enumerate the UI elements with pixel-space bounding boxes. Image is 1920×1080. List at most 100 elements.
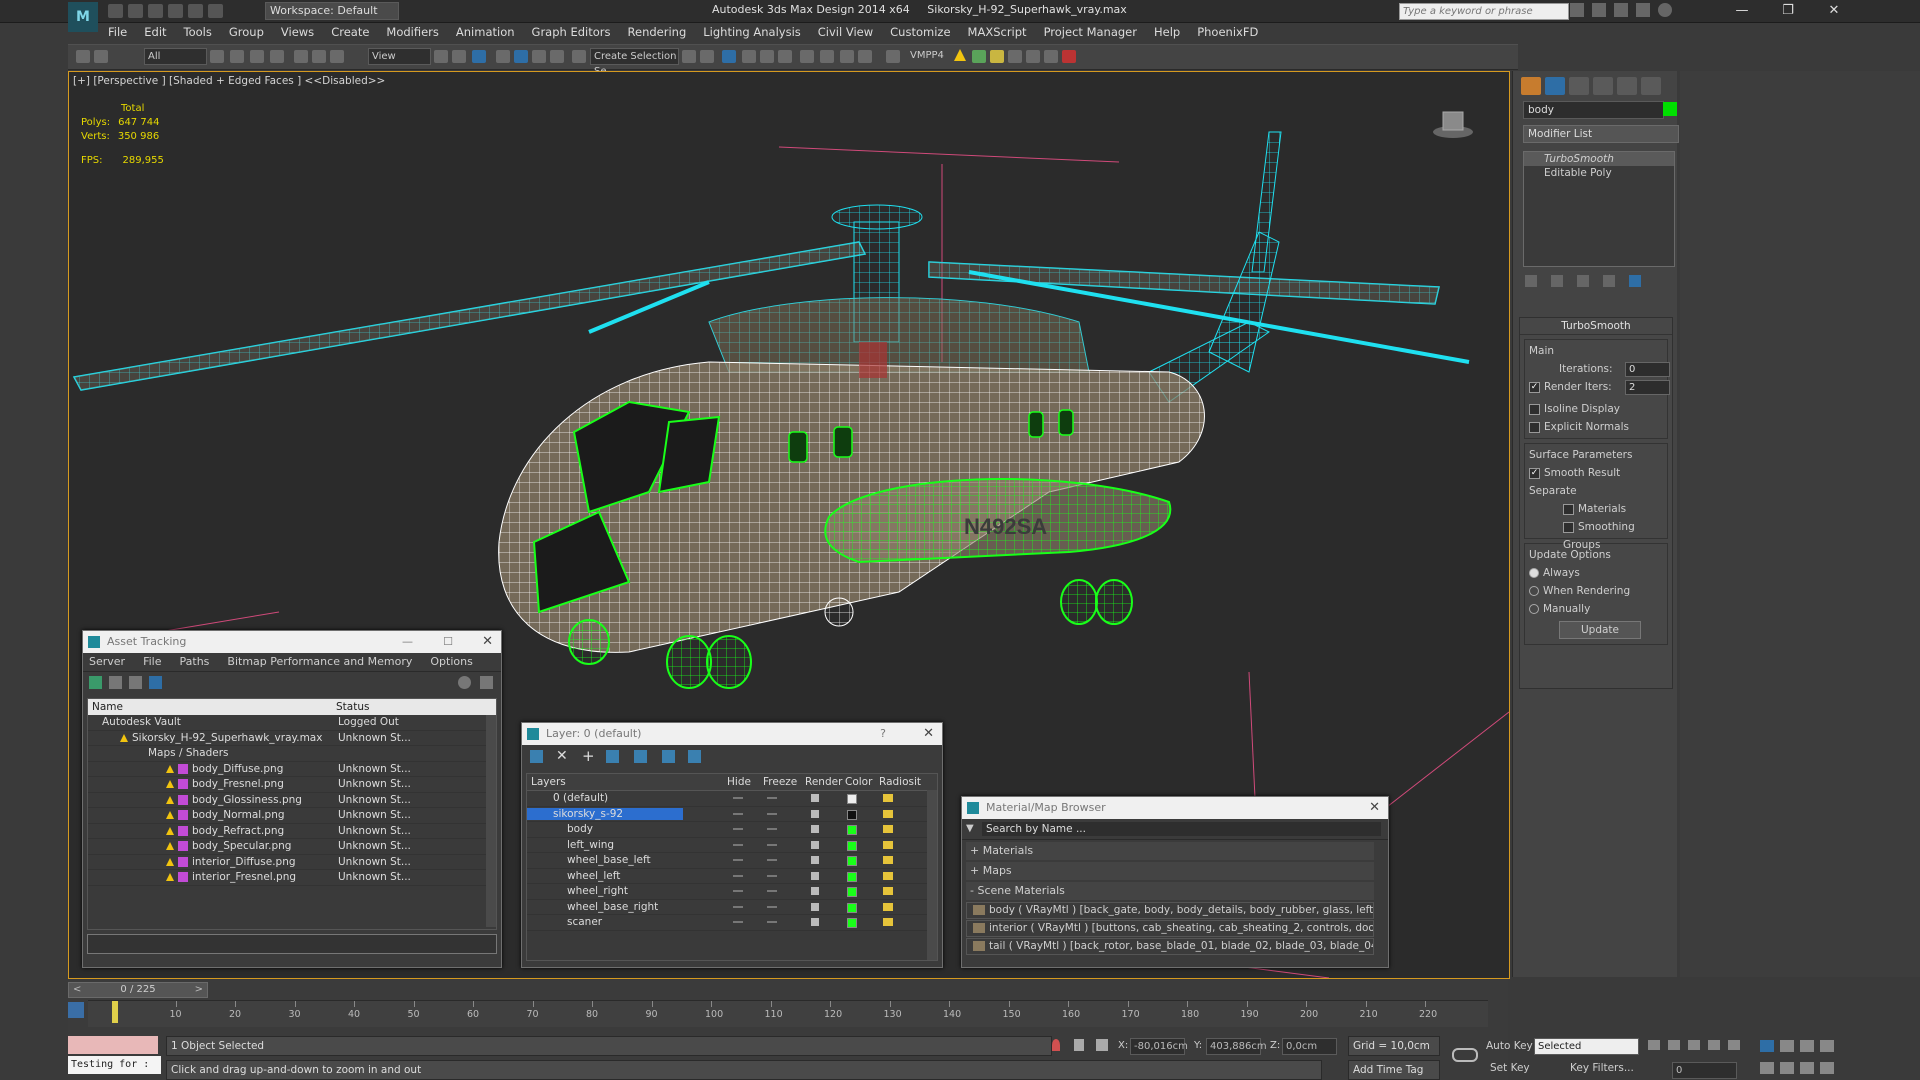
maxscript-listener-pink[interactable] [68,1036,158,1054]
render-iters-spinner[interactable]: 2 [1625,380,1670,395]
transform-icon[interactable] [1008,50,1022,63]
remove-modifier-icon[interactable] [1603,275,1615,287]
menu-project-manager[interactable]: Project Manager [1044,22,1137,42]
refresh-icon[interactable] [89,676,102,689]
edit-named-sets-icon[interactable] [572,50,586,63]
add-to-layer-icon[interactable]: + [582,747,595,765]
vmpp-icon[interactable] [886,50,900,63]
subscription-icon[interactable] [1592,3,1606,17]
create-layer-icon[interactable] [530,750,543,763]
auto-key-button[interactable]: Auto Key [1486,1040,1533,1052]
freeze-toggle[interactable] [767,812,777,815]
zoom-icon[interactable] [1760,1040,1774,1052]
grid-view-icon[interactable] [149,676,162,689]
radiosity-icon[interactable] [883,794,893,802]
hide-all-icon[interactable] [662,750,675,763]
hide-toggle[interactable] [733,828,743,830]
asset-row[interactable]: body_Specular.png Unknown St... [88,839,496,855]
render-toggle-icon[interactable] [811,840,819,849]
object-color-swatch[interactable] [1663,102,1677,116]
maximize-icon[interactable]: ☐ [443,631,453,653]
asset-row[interactable]: body_Diffuse.png Unknown St... [88,762,496,777]
go-to-start-icon[interactable] [1648,1040,1660,1050]
asset-tracking-titlebar[interactable]: Asset Tracking — ☐ ✕ [83,631,501,653]
rollout-title[interactable]: TurboSmooth [1520,318,1672,335]
col-color[interactable]: Color [845,774,872,790]
close-icon[interactable]: ✕ [923,723,934,745]
smoothing-groups-checkbox[interactable] [1563,521,1574,533]
previous-frame-icon[interactable] [1668,1040,1680,1050]
menu-create[interactable]: Create [331,22,369,42]
zoom-extents-icon[interactable] [1800,1040,1814,1052]
layer-color-swatch[interactable] [847,856,857,866]
light-icon[interactable] [990,50,1004,63]
motion-tab-icon[interactable] [1593,77,1613,95]
asset-row[interactable]: body_Glossiness.png Unknown St... [88,793,496,808]
mirror-icon[interactable] [682,50,696,63]
freeze-toggle[interactable] [767,859,777,861]
modifier-list-dropdown[interactable]: Modifier List [1523,125,1679,143]
track-bar[interactable]: 10 20 30 40 50 60 70 80 90 100 110 120 130 140 150 160 1… [88,1000,1488,1027]
freeze-toggle[interactable] [767,797,777,799]
render-toggle-icon[interactable] [811,871,819,880]
layer-row[interactable]: sikorsky_s-92 [527,807,937,822]
layer-color-swatch[interactable] [847,871,857,882]
curve-editor-toggle-icon[interactable] [68,1002,84,1018]
z-coordinate-field[interactable]: 0,0cm [1282,1038,1337,1055]
render-toggle-icon[interactable] [811,902,819,911]
col-hide[interactable]: Hide [727,774,751,790]
radiosity-icon[interactable] [883,809,893,818]
snaps-toggle-icon[interactable] [496,50,510,63]
spinner-snap-icon[interactable] [550,50,564,63]
restore-button[interactable]: ❐ [1766,0,1810,22]
menu-civil-view[interactable]: Civil View [818,22,873,42]
layer-color-swatch[interactable] [847,794,857,804]
play-icon[interactable] [1688,1040,1700,1050]
rect-selection-icon[interactable] [250,50,264,63]
freeze-toggle[interactable] [767,921,777,923]
iterations-spinner[interactable]: 0 [1625,362,1670,377]
asset-path-field[interactable] [87,934,497,954]
hide-toggle[interactable] [733,921,743,923]
configure-sets-icon[interactable] [1629,275,1641,287]
asset-row[interactable]: interior_Fresnel.png Unknown St... [88,870,496,886]
app-logo-icon[interactable]: M [68,2,98,32]
close-icon[interactable]: ✕ [1369,797,1380,819]
material-browser-titlebar[interactable]: Material/Map Browser ✕ [962,797,1388,819]
browser-options-icon[interactable]: ▼ [966,823,974,834]
display-tab-icon[interactable] [1617,77,1637,95]
layer-manager-icon[interactable] [722,50,736,63]
layer-color-swatch[interactable] [847,825,857,835]
window-crossing-icon[interactable] [270,50,284,63]
explicit-normals-checkbox[interactable] [1529,421,1540,433]
time-marker[interactable] [112,1001,118,1023]
workspace-dropdown[interactable]: Workspace: Default [265,2,399,20]
menu-edit[interactable]: Edit [144,22,166,42]
key-filters-button[interactable]: Key Filters... [1570,1062,1634,1074]
hide-toggle[interactable] [733,797,743,799]
col-status-header[interactable]: Status [336,699,369,715]
stack-item-turbosmooth[interactable]: TurboSmooth [1524,152,1674,166]
materials-checkbox[interactable] [1563,503,1574,515]
frame-buffer-icon[interactable] [1026,50,1040,63]
create-tab-icon[interactable] [1521,77,1541,95]
schematic-view-icon[interactable] [778,50,792,63]
isoline-checkbox[interactable] [1529,403,1540,415]
angle-snap-icon[interactable] [514,50,528,63]
layer-row[interactable]: left_wing [527,838,937,853]
radiosity-icon[interactable] [883,918,893,926]
redo-icon[interactable] [188,4,203,18]
menu-rendering[interactable]: Rendering [628,22,687,42]
menu-options[interactable]: Options [430,653,472,671]
select-object-icon[interactable] [210,50,224,63]
layer-color-swatch[interactable] [847,918,857,928]
asset-row[interactable]: Maps / Shaders [88,746,496,762]
object-name-field[interactable]: body [1523,101,1664,119]
lock-selection-icon[interactable] [1074,1039,1084,1051]
update-button[interactable]: Update [1559,621,1641,639]
help-icon[interactable] [458,676,471,689]
menu-help[interactable]: Help [1154,22,1180,42]
utilities-tab-icon[interactable] [1641,77,1661,95]
section-maps[interactable]: + Maps [966,862,1374,880]
pivot-icon[interactable] [434,50,448,63]
